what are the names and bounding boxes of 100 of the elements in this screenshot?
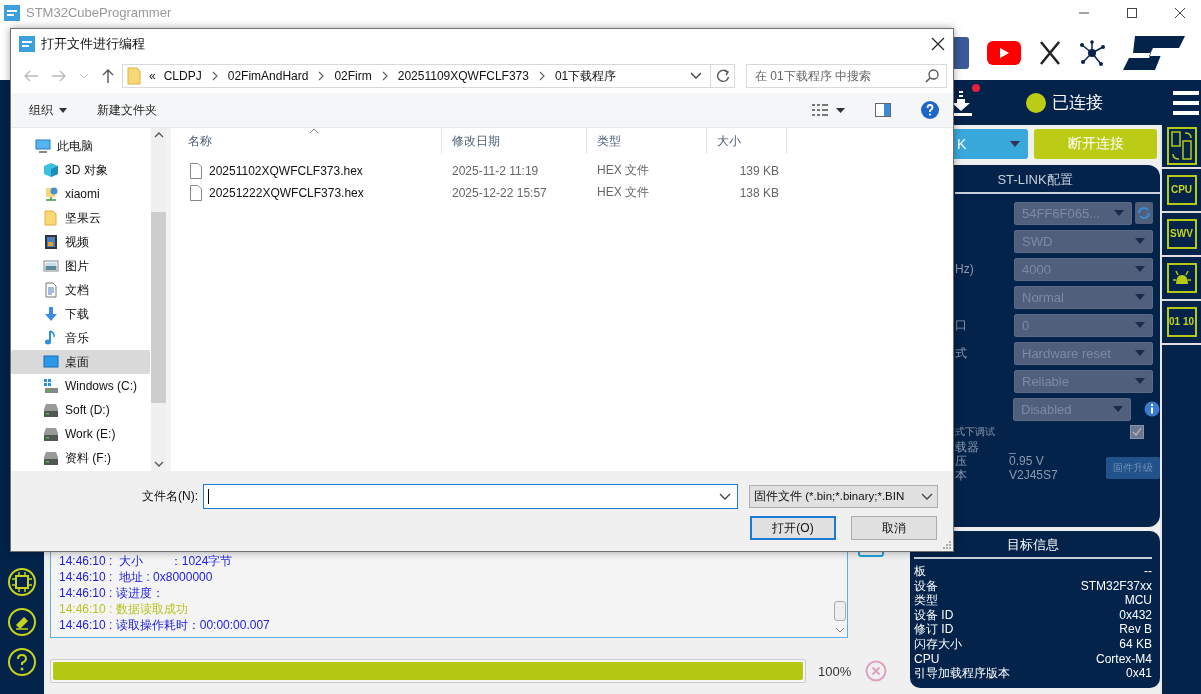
network-folder-icon bbox=[43, 186, 59, 202]
path-overflow[interactable]: « bbox=[149, 69, 156, 83]
refresh-icon bbox=[715, 69, 730, 83]
search-icon[interactable] bbox=[925, 69, 939, 83]
log-line: 14:46:10 : 读进度： bbox=[59, 585, 165, 601]
info-value: Rev B bbox=[1119, 622, 1152, 637]
file-swap-icon[interactable] bbox=[1166, 127, 1197, 165]
nav-item[interactable]: Work (E:) bbox=[11, 422, 151, 446]
log-line: 14:46:10 : 大小 ：1024字节 bbox=[59, 553, 234, 569]
field-label: 式 bbox=[955, 344, 968, 362]
scroll-down-icon bbox=[835, 627, 845, 633]
new-folder-button[interactable]: 新建文件夹 bbox=[97, 101, 157, 119]
info-label: 板 bbox=[914, 564, 926, 579]
film-icon bbox=[43, 234, 59, 250]
nav-item[interactable]: Soft (D:) bbox=[11, 398, 151, 422]
nav-item[interactable]: 图片 bbox=[11, 254, 151, 278]
nav-item[interactable]: 坚果云 bbox=[11, 206, 151, 230]
eraser-icon[interactable] bbox=[7, 607, 37, 637]
field-label: 口 bbox=[955, 316, 968, 334]
info-value: STM32F37xx bbox=[1080, 578, 1152, 594]
video-play-icon[interactable] bbox=[987, 40, 1021, 65]
tool-button[interactable]: SWV bbox=[1166, 219, 1197, 249]
drive-icon bbox=[43, 402, 59, 418]
menu-icon[interactable] bbox=[1173, 90, 1199, 115]
maximize-icon[interactable] bbox=[1125, 5, 1139, 20]
nav-item[interactable]: 此电脑 bbox=[11, 134, 151, 158]
tool-button[interactable]: CPU bbox=[1166, 175, 1197, 205]
nav-item[interactable]: 视频 bbox=[11, 230, 151, 254]
help-icon[interactable] bbox=[7, 647, 37, 677]
file-row[interactable]: 20251222XQWFCLF373.hex 2025-12-22 15:57 HEX 文件 138 KB bbox=[178, 182, 953, 203]
bug-icon[interactable] bbox=[1166, 263, 1197, 293]
nav-item[interactable]: 文档 bbox=[11, 278, 151, 302]
caret-icon bbox=[1135, 266, 1145, 272]
file-icon bbox=[190, 184, 202, 201]
computer-icon bbox=[35, 138, 51, 154]
caret-icon bbox=[1010, 140, 1020, 147]
file-name-field[interactable] bbox=[203, 484, 738, 509]
nav-item[interactable]: 资料 (F:) bbox=[11, 446, 151, 470]
breadcrumb[interactable]: 20251109XQWFCLF373 bbox=[397, 69, 529, 83]
column-header[interactable]: 修改日期 bbox=[442, 128, 587, 154]
preview-pane-icon[interactable] bbox=[875, 103, 891, 117]
nav-item[interactable]: 3D 对象 bbox=[11, 158, 151, 182]
column-header[interactable]: 大小 bbox=[707, 128, 787, 154]
breadcrumb[interactable]: 01下载程序 bbox=[554, 67, 617, 85]
breadcrumb[interactable]: CLDPJ bbox=[163, 69, 202, 83]
nav-item[interactable]: 桌面 bbox=[11, 350, 150, 374]
info-label: 修订 ID bbox=[914, 622, 954, 637]
nav-item[interactable]: xiaomi bbox=[11, 182, 151, 206]
organize-menu[interactable]: 组织 bbox=[29, 101, 67, 119]
tool-button[interactable]: 01 10 bbox=[1166, 307, 1197, 337]
info-label: 载器 bbox=[955, 440, 980, 454]
info-label: 压 bbox=[955, 454, 968, 468]
column-header[interactable]: 类型 bbox=[587, 128, 707, 154]
scroll-thumb[interactable] bbox=[151, 212, 166, 403]
caret-icon bbox=[59, 107, 67, 113]
connection-status: 已连接 bbox=[1052, 92, 1103, 114]
close-icon[interactable] bbox=[1173, 5, 1187, 20]
scroll-thumb[interactable] bbox=[834, 601, 846, 621]
file-row[interactable]: 20251102XQWFCLF373.hex 2025-11-2 11:19 HEX 文件 139 KB bbox=[178, 160, 953, 181]
chip-icon[interactable] bbox=[7, 567, 37, 597]
chevron-down-icon[interactable] bbox=[690, 72, 702, 80]
cancel-button[interactable]: 取消 bbox=[851, 516, 937, 540]
chevron-right-icon bbox=[381, 71, 388, 81]
dialog-title: 打开文件进行编程 bbox=[41, 35, 145, 53]
app-icon bbox=[4, 4, 20, 21]
search-field[interactable]: 在 01下载程序 中搜索 bbox=[746, 64, 947, 88]
log-line: 14:46:10 : 读取操作耗时：00:00:00.007 bbox=[59, 617, 271, 633]
info-label: CPU bbox=[914, 651, 940, 667]
down-arrow-icon bbox=[43, 306, 59, 322]
document-icon bbox=[43, 282, 59, 298]
open-button[interactable]: 打开(O) bbox=[750, 516, 836, 540]
up-arrow-icon[interactable] bbox=[101, 68, 115, 84]
info-value: V2J45S7 bbox=[1009, 468, 1059, 482]
view-options-icon[interactable] bbox=[812, 103, 828, 117]
desktop-icon bbox=[43, 354, 59, 370]
breadcrumb[interactable]: 02FimAndHard bbox=[227, 69, 309, 83]
caret-icon[interactable] bbox=[836, 107, 845, 113]
close-icon[interactable] bbox=[931, 37, 945, 51]
panel-title: ST-LINK配置 bbox=[996, 171, 1074, 189]
network-icon[interactable] bbox=[1079, 39, 1105, 66]
nav-item[interactable]: 下载 bbox=[11, 302, 151, 326]
scrollbar[interactable] bbox=[151, 128, 166, 471]
file-type-dropdown[interactable]: 固件文件 (*.bin;*.binary;*.BIN bbox=[749, 485, 938, 508]
chevron-down-icon bbox=[719, 492, 731, 501]
column-header[interactable]: 名称 bbox=[178, 128, 442, 154]
caret-icon bbox=[1114, 210, 1124, 216]
nav-item[interactable]: 音乐 bbox=[11, 326, 151, 350]
nav-item[interactable]: Windows (C:) bbox=[11, 374, 151, 398]
chevron-down-icon bbox=[921, 492, 933, 501]
breadcrumb[interactable]: 02Firm bbox=[334, 69, 372, 83]
info-label: 设备 ID bbox=[914, 607, 954, 623]
file-icon bbox=[190, 162, 202, 179]
info-label: 本 bbox=[955, 468, 968, 482]
help-icon[interactable] bbox=[921, 101, 939, 119]
logo-icon[interactable] bbox=[1123, 35, 1185, 70]
chevron-right-icon bbox=[211, 71, 218, 81]
chevron-right-icon bbox=[538, 71, 545, 81]
address-bar[interactable]: « CLDPJ 02FimAndHard 02Firm 20251109XQWFCLF373 01下载程序 bbox=[122, 64, 735, 88]
folder-icon bbox=[43, 210, 59, 226]
x-icon[interactable] bbox=[1039, 40, 1061, 65]
